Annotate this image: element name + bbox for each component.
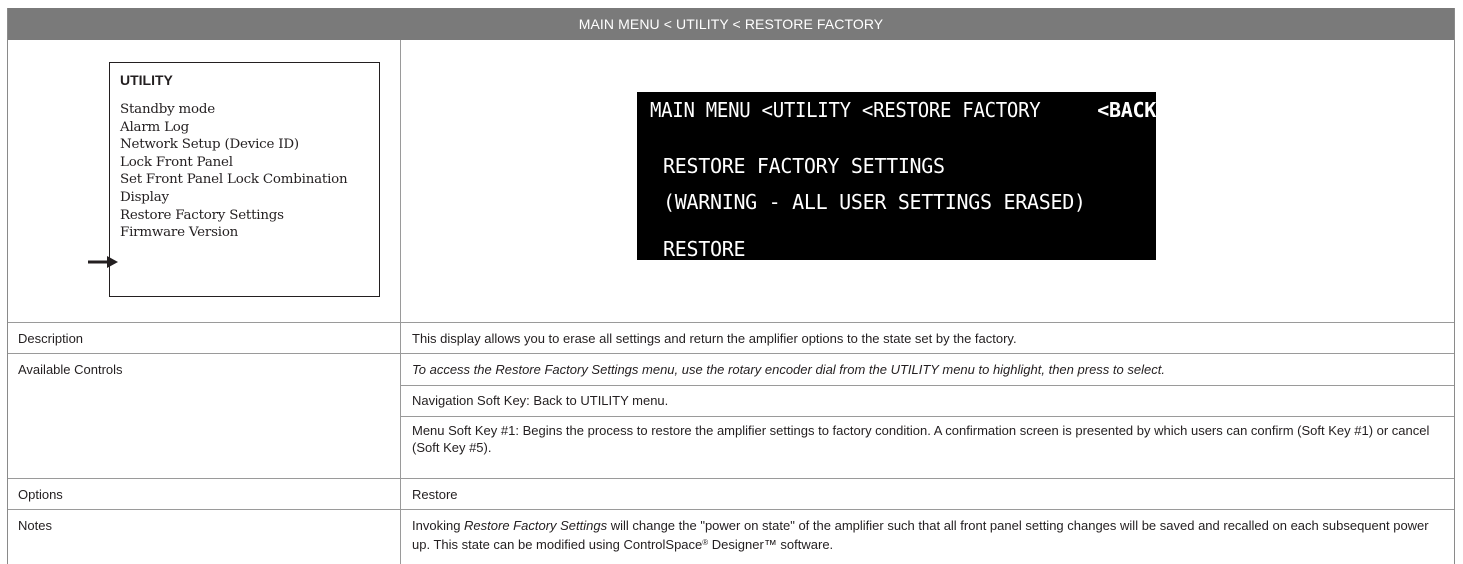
description-text: This display allows you to erase all set… xyxy=(412,331,1017,346)
utility-menu-item: Network Setup (Device ID) xyxy=(120,137,299,153)
utility-menu-list: Standby mode Alarm Log Network Setup (De… xyxy=(120,101,379,242)
lcd-breadcrumb: MAIN MENU <UTILITY <RESTORE FACTORY xyxy=(650,98,1041,122)
utility-menu-cell: UTILITY Standby mode Alarm Log Network S… xyxy=(8,40,401,322)
lcd-cell: MAIN MENU <UTILITY <RESTORE FACTORY <BAC… xyxy=(401,40,1454,322)
notes-text-part: Designer xyxy=(708,537,764,552)
row-divider xyxy=(401,416,1454,417)
utility-menu-item: Display xyxy=(120,189,169,205)
trademark-mark: ™ xyxy=(763,537,777,552)
notes-row: Notes Invoking Restore Factory Settings … xyxy=(8,509,1454,564)
lcd-back-softkey: <BACK xyxy=(1097,98,1156,122)
description-label: Description xyxy=(18,331,84,346)
utility-menu-title: UTILITY xyxy=(120,72,173,88)
lcd-line-warning: (WARNING - ALL USER SETTINGS ERASED) xyxy=(663,190,1086,214)
notes-text-italic: Restore Factory Settings xyxy=(464,518,608,533)
notes-text: Invoking Restore Factory Settings will c… xyxy=(412,517,1440,553)
controls-access-italic: To access the Restore Factory Settings m… xyxy=(412,362,1165,377)
notes-label: Notes xyxy=(18,518,52,533)
description-row: Description This display allows you to e… xyxy=(8,322,1454,353)
options-text-cell: Restore xyxy=(401,479,1454,509)
notes-text-part: software. xyxy=(776,537,834,552)
description-label-cell: Description xyxy=(8,323,401,353)
notes-text-part: Invoking xyxy=(412,518,465,533)
description-text-cell: This display allows you to erase all set… xyxy=(401,323,1454,353)
utility-menu-item: Firmware Version xyxy=(120,225,239,241)
selection-arrow-icon xyxy=(88,256,118,268)
utility-menu-item: Lock Front Panel xyxy=(120,154,233,170)
options-text: Restore xyxy=(412,487,458,502)
utility-menu-item: Standby mode xyxy=(120,102,215,117)
utility-menu-diagram: UTILITY Standby mode Alarm Log Network S… xyxy=(109,62,380,297)
utility-menu-item: Alarm Log xyxy=(120,119,190,135)
notes-text-cell: Invoking Restore Factory Settings will c… xyxy=(401,510,1454,564)
lcd-screen: MAIN MENU <UTILITY <RESTORE FACTORY <BAC… xyxy=(637,92,1156,261)
screen-row: UTILITY Standby mode Alarm Log Network S… xyxy=(8,40,1454,322)
controls-access-text: To access the Restore Factory Settings m… xyxy=(412,361,1440,378)
options-label-cell: Options xyxy=(8,479,401,509)
utility-menu-item: Set Front Panel Lock Combination xyxy=(120,172,348,188)
options-label: Options xyxy=(18,487,63,502)
options-row: Options Restore xyxy=(8,478,1454,509)
notes-label-cell: Notes xyxy=(8,510,401,564)
controls-row: Available Controls To access the Restore… xyxy=(8,353,1454,478)
menu-reference-table: MAIN MENU < UTILITY < RESTORE FACTORY UT… xyxy=(7,8,1455,564)
lcd-restore-softkey: RESTORE xyxy=(663,237,746,261)
utility-menu-item-selected: Restore Factory Settings xyxy=(120,207,284,223)
controls-label-cell: Available Controls xyxy=(8,354,401,478)
controls-nav-softkey-text: Navigation Soft Key: Back to UTILITY men… xyxy=(412,393,669,408)
row-divider xyxy=(401,385,1454,386)
controls-text-cell: To access the Restore Factory Settings m… xyxy=(401,354,1454,478)
controls-label: Available Controls xyxy=(18,362,123,377)
table-header: MAIN MENU < UTILITY < RESTORE FACTORY xyxy=(8,8,1454,40)
lcd-line-title: RESTORE FACTORY SETTINGS xyxy=(663,154,945,178)
controls-menu-softkey-text: Menu Soft Key #1: Begins the process to … xyxy=(412,423,1430,455)
